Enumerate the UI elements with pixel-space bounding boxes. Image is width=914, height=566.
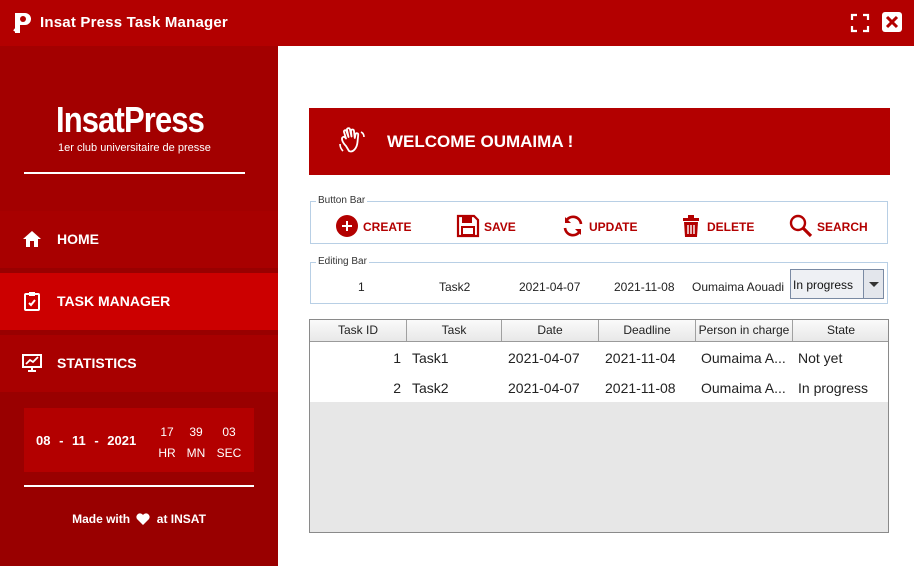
update-label: UPDATE xyxy=(589,220,638,234)
task-table: Task ID Task Date Deadline Person in cha… xyxy=(309,319,889,533)
button-bar: Button Bar CREATE SAVE UPDATE DELETE SEA… xyxy=(310,195,888,244)
waving-hand-icon xyxy=(339,127,365,153)
save-label: SAVE xyxy=(484,220,516,234)
column-header[interactable]: Date xyxy=(502,320,599,341)
chevron-down-icon xyxy=(869,282,879,287)
cell-task: Task2 xyxy=(412,380,449,396)
nav-item-task-manager[interactable]: TASK MANAGER xyxy=(0,273,278,330)
task-id-field[interactable]: 1 xyxy=(358,280,365,294)
close-icon xyxy=(885,15,899,29)
cell-person: Oumaima A... xyxy=(701,380,786,396)
logo-block: InsatPress 1er club universitaire de pre… xyxy=(0,46,278,211)
search-label: SEARCH xyxy=(817,220,868,234)
cell-deadline: 2021-11-04 xyxy=(605,350,676,366)
welcome-message: WELCOME OUMAIMA ! xyxy=(387,132,574,151)
deadline-field[interactable]: 2021-11-08 xyxy=(614,280,675,294)
window-title: Insat Press Task Manager xyxy=(40,14,228,31)
cell-task: Task1 xyxy=(412,350,449,366)
floppy-disk-icon xyxy=(456,214,480,238)
sidebar: InsatPress 1er club universitaire de pre… xyxy=(0,46,278,566)
trash-icon xyxy=(683,215,699,237)
clock-minute: 39 xyxy=(189,425,203,439)
clock-hour-label: HR xyxy=(158,446,176,460)
footer-credit: Made with at INSAT xyxy=(0,512,278,526)
magnifier-icon xyxy=(789,214,813,238)
title-bar: Insat Press Task Manager xyxy=(0,0,914,46)
column-header[interactable]: Person in charge xyxy=(696,320,793,341)
state-select-value: In progress xyxy=(793,278,854,292)
insat-press-logo-icon xyxy=(13,13,31,33)
task-name-field[interactable]: Task2 xyxy=(439,280,470,294)
heart-icon xyxy=(136,513,151,525)
editing-bar-legend: Editing Bar xyxy=(316,256,369,268)
clock-second-label: SEC xyxy=(216,446,242,460)
cell-task-id: 1 xyxy=(393,350,401,366)
column-header[interactable]: Deadline xyxy=(599,320,696,341)
nav-label: HOME xyxy=(57,231,99,247)
clock-second: 03 xyxy=(222,425,236,439)
cell-task-id: 2 xyxy=(393,380,401,396)
person-field[interactable]: Oumaima Aouadi xyxy=(692,280,788,294)
cell-date: 2021-04-07 xyxy=(508,350,580,366)
date-field[interactable]: 2021-04-07 xyxy=(519,280,580,294)
column-header[interactable]: State xyxy=(793,320,888,341)
divider xyxy=(24,485,254,487)
clipboard-icon xyxy=(24,292,40,311)
button-bar-legend: Button Bar xyxy=(316,195,368,207)
cell-date: 2021-04-07 xyxy=(508,380,580,396)
chart-icon xyxy=(22,354,42,372)
refresh-icon xyxy=(563,215,583,237)
create-label: CREATE xyxy=(363,220,412,234)
at-insat-text: at INSAT xyxy=(156,512,206,526)
nav-item-home[interactable]: HOME xyxy=(0,211,278,268)
editing-bar: Editing Bar 1 Task2 2021-04-07 2021-11-0… xyxy=(310,256,888,304)
brand-logo-wordmark: InsatPress xyxy=(56,99,205,140)
column-header[interactable]: Task xyxy=(407,320,502,341)
home-icon xyxy=(23,231,41,247)
clock-minute-label: MN xyxy=(186,446,206,460)
table-row[interactable]: 1 Task1 2021-04-07 2021-11-04 Oumaima A.… xyxy=(310,342,888,372)
nav-label: TASK MANAGER xyxy=(57,293,171,309)
cell-state: In progress xyxy=(798,380,869,396)
clock-panel: 08 - 11 - 2021 17 39 03 HR MN SEC xyxy=(24,408,254,472)
column-header[interactable]: Task ID xyxy=(310,320,407,341)
maximize-icon[interactable] xyxy=(850,13,870,33)
delete-label: DELETE xyxy=(707,220,755,234)
welcome-banner: WELCOME OUMAIMA ! xyxy=(309,108,890,175)
divider xyxy=(24,172,245,174)
table-header: Task ID Task Date Deadline Person in cha… xyxy=(310,320,888,342)
made-with-text: Made with xyxy=(72,512,131,526)
table-row[interactable]: 2 Task2 2021-04-07 2021-11-08 Oumaima A.… xyxy=(310,372,888,402)
close-button[interactable] xyxy=(882,12,902,32)
cell-deadline: 2021-11-08 xyxy=(605,380,676,396)
state-select[interactable]: In progress xyxy=(790,269,884,299)
brand-tagline: 1er club universitaire de presse xyxy=(58,142,211,154)
plus-circle-icon xyxy=(336,215,358,237)
nav-label: STATISTICS xyxy=(57,355,137,371)
cell-state: Not yet xyxy=(798,350,843,366)
clock-hour: 17 xyxy=(160,425,174,439)
current-date: 08 - 11 - 2021 xyxy=(36,433,137,448)
cell-person: Oumaima A... xyxy=(701,350,786,366)
nav-item-statistics[interactable]: STATISTICS xyxy=(0,335,278,392)
dropdown-arrow[interactable] xyxy=(863,270,883,298)
